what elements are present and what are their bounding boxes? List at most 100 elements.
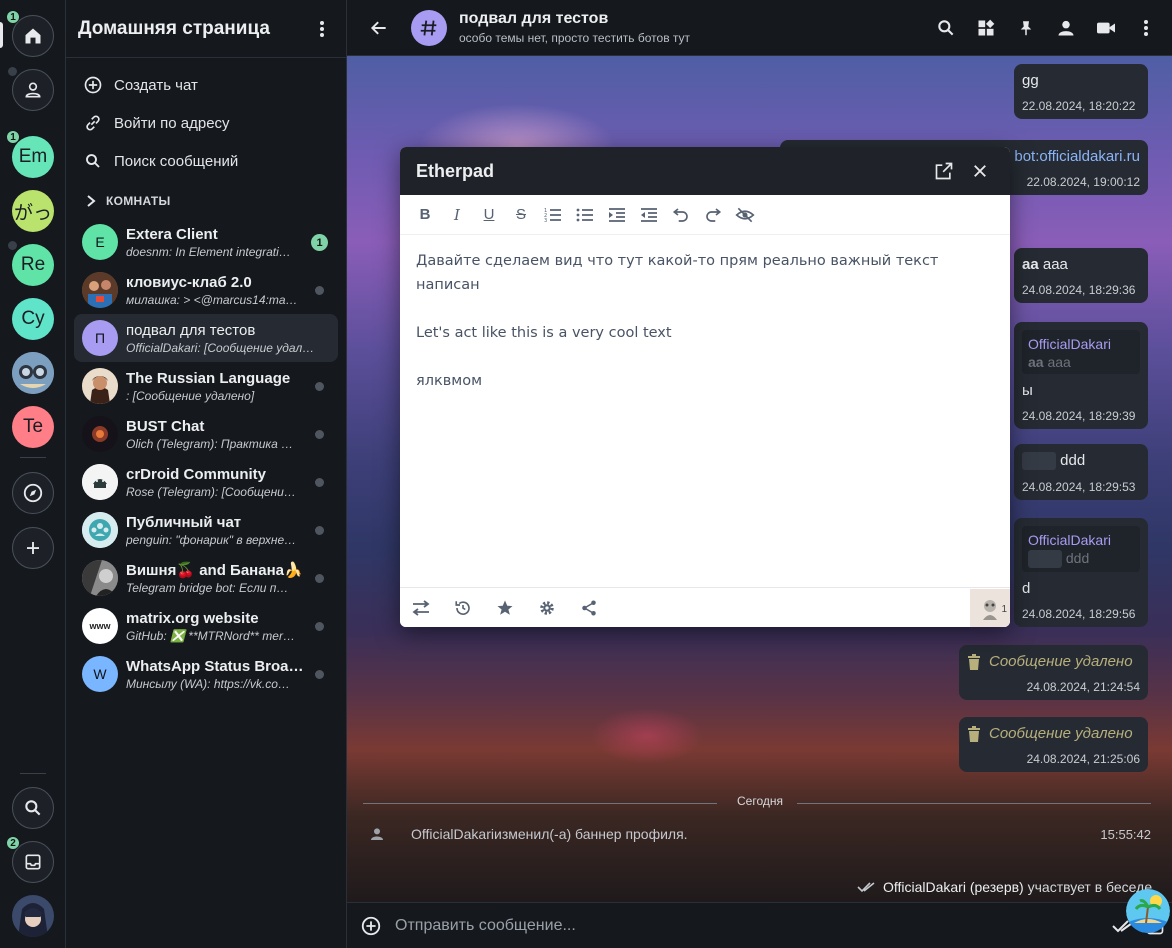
state-event: OfficialDakari изменил(-а) баннер профил… — [369, 826, 1151, 842]
reply-preview[interactable]: OfficialDakari ddd — [1022, 526, 1140, 573]
room-item-bust-chat[interactable]: BUST Chat Olich (Telegram): Практика … — [74, 410, 338, 458]
space-cat-avatar[interactable] — [12, 352, 54, 394]
space-cy[interactable]: Cy — [12, 298, 54, 340]
room-avatar[interactable] — [411, 9, 447, 46]
indent-button[interactable] — [604, 202, 630, 228]
room-item-public-chat[interactable]: Публичный чат penguin: "фонарик" в верхн… — [74, 506, 338, 554]
room-avatar — [82, 512, 118, 548]
close-widget-button[interactable] — [964, 155, 996, 187]
save-revision-button[interactable] — [494, 597, 516, 619]
read-receipt-row: OfficialDakari (резерв) участвует в бесе… — [857, 879, 1156, 895]
redo-button[interactable] — [700, 202, 726, 228]
user-count: 1 — [1001, 604, 1007, 615]
user-avatar[interactable] — [12, 895, 54, 937]
deleted-message-text: Сообщение удалено — [989, 725, 1133, 742]
etherpad-toolbar: B I U S 123 — [400, 195, 1010, 235]
room-title[interactable]: подвал для тестов — [459, 10, 926, 28]
open-external-button[interactable] — [928, 155, 960, 187]
person-icon — [371, 828, 383, 840]
user-avatar-icon — [978, 596, 1002, 620]
space-em[interactable]: Em — [12, 136, 54, 178]
room-item-podval[interactable]: П подвал для тестов OfficialDakari: [Соо… — [74, 314, 338, 362]
room-item-crdroid[interactable]: crDroid Community Rose (Telegram): [Сооб… — [74, 458, 338, 506]
spoiler-chip[interactable] — [1022, 452, 1056, 471]
direct-messages-button[interactable] — [12, 69, 54, 111]
reply-preview[interactable]: OfficialDakari aa aaa — [1022, 330, 1140, 374]
space-te[interactable]: Te — [12, 406, 54, 448]
users-button[interactable]: 1 — [970, 589, 1010, 627]
bold-button[interactable]: B — [412, 202, 438, 228]
ordered-list-icon: 123 — [544, 208, 561, 223]
room-name: Extera Client — [126, 225, 218, 243]
rooms-section-label: КОМНАТЫ — [106, 194, 171, 208]
add-circle-icon — [82, 74, 104, 96]
room-item-extera-client[interactable]: E Extera Client doesnm: In Element integ… — [74, 218, 338, 266]
room-preview: : [Сообщение удалено] — [126, 388, 255, 403]
space-re[interactable]: Re — [12, 244, 54, 286]
attach-button[interactable] — [359, 914, 383, 938]
undo-button[interactable] — [668, 202, 694, 228]
deleted-message-bubble[interactable]: Сообщение удалено 24.08.2024, 21:25:06 — [959, 717, 1148, 772]
home-options-button[interactable] — [310, 17, 334, 41]
search-button[interactable] — [12, 787, 54, 829]
deleted-message: Сообщение удалено — [967, 725, 1140, 742]
unordered-list-button[interactable] — [572, 202, 598, 228]
message-input[interactable]: Отправить сообщение... — [395, 917, 1106, 935]
room-avatar — [82, 368, 118, 404]
outdent-button[interactable] — [636, 202, 662, 228]
room-item-whatsapp-status[interactable]: W WhatsApp Status Broa… Минсылу (WA): ht… — [74, 650, 338, 698]
ordered-list-button[interactable]: 123 — [540, 202, 566, 228]
members-button[interactable] — [1046, 8, 1086, 48]
room-item-klovius-club[interactable]: кловиус-клаб 2.0 милашка: > <@marcus14:m… — [74, 266, 338, 314]
share-button[interactable] — [578, 597, 600, 619]
space-rail: 1 Em 1 がっ Re Cy Te 2 — [0, 0, 66, 948]
room-name: Публичный чат — [126, 513, 242, 531]
italic-button[interactable]: I — [444, 202, 470, 228]
unread-dot — [315, 622, 324, 631]
unread-badge: 1 — [311, 234, 328, 251]
search-icon — [938, 19, 954, 35]
reply-bold-text: aa — [1028, 354, 1044, 370]
message-bubble[interactable]: aa aaa 24.08.2024, 18:29:36 — [1014, 248, 1148, 303]
deleted-message-bubble[interactable]: Сообщение удалено 24.08.2024, 21:24:54 — [959, 645, 1148, 700]
message-bubble[interactable]: ddd 24.08.2024, 18:29:53 — [1014, 444, 1148, 501]
widgets-button[interactable] — [966, 8, 1006, 48]
island-emoji-avatar[interactable] — [1126, 889, 1170, 933]
join-by-address-action[interactable]: Войти по адресу — [66, 104, 346, 142]
search-icon — [82, 150, 104, 172]
read-receipt-user[interactable]: OfficialDakari (резерв) — [883, 879, 1024, 895]
explore-button[interactable] — [12, 472, 54, 514]
back-button[interactable] — [347, 18, 411, 38]
pinned-messages-button[interactable] — [1006, 8, 1046, 48]
outdent-icon — [641, 207, 657, 222]
message-bubble[interactable]: OfficialDakari aa aaa ы 24.08.2024, 18:2… — [1014, 322, 1148, 429]
search-room-button[interactable] — [926, 8, 966, 48]
room-avatar-letter: П — [94, 330, 106, 346]
etherpad-document[interactable]: Давайте сделаем вид что тут какой-то пря… — [400, 235, 1010, 587]
timeslider-button[interactable] — [452, 597, 474, 619]
message-timestamp: 24.08.2024, 21:24:54 — [1026, 680, 1140, 694]
room-item-russian-language[interactable]: The Russian Language : [Сообщение удален… — [74, 362, 338, 410]
room-avatar-letter: www — [89, 621, 111, 631]
room-options-button[interactable] — [1126, 8, 1166, 48]
toggle-authorship-colors-button[interactable] — [732, 202, 758, 228]
underline-button[interactable]: U — [476, 202, 502, 228]
search-messages-action[interactable]: Поиск сообщений — [66, 142, 346, 180]
room-item-matrix-website[interactable]: www matrix.org website GitHub: ❎ **MTRNo… — [74, 602, 338, 650]
import-export-button[interactable] — [410, 597, 432, 619]
strikethrough-button[interactable]: S — [508, 202, 534, 228]
state-event-user[interactable]: OfficialDakari — [411, 826, 494, 842]
video-call-button[interactable] — [1086, 8, 1126, 48]
message-bubble[interactable]: OfficialDakari ddd d 24.08.2024, 18:29:5… — [1014, 518, 1148, 628]
room-avatar: www — [82, 608, 118, 644]
message-bubble[interactable]: gg 22.08.2024, 18:20:22 — [1014, 64, 1148, 119]
space-ga[interactable]: がっ — [12, 190, 54, 232]
create-chat-action[interactable]: Создать чат — [66, 66, 346, 104]
room-avatar-letter: E — [95, 234, 105, 250]
rooms-section-toggle[interactable]: КОМНАТЫ — [66, 184, 346, 218]
rail-divider — [20, 457, 46, 458]
add-space-button[interactable] — [12, 527, 54, 569]
room-item-vishnya-banana[interactable]: Вишня🍒 and Банана🍌 Telegram bridge bot: … — [74, 554, 338, 602]
bold-icon: B — [419, 206, 431, 223]
settings-button[interactable] — [536, 597, 558, 619]
